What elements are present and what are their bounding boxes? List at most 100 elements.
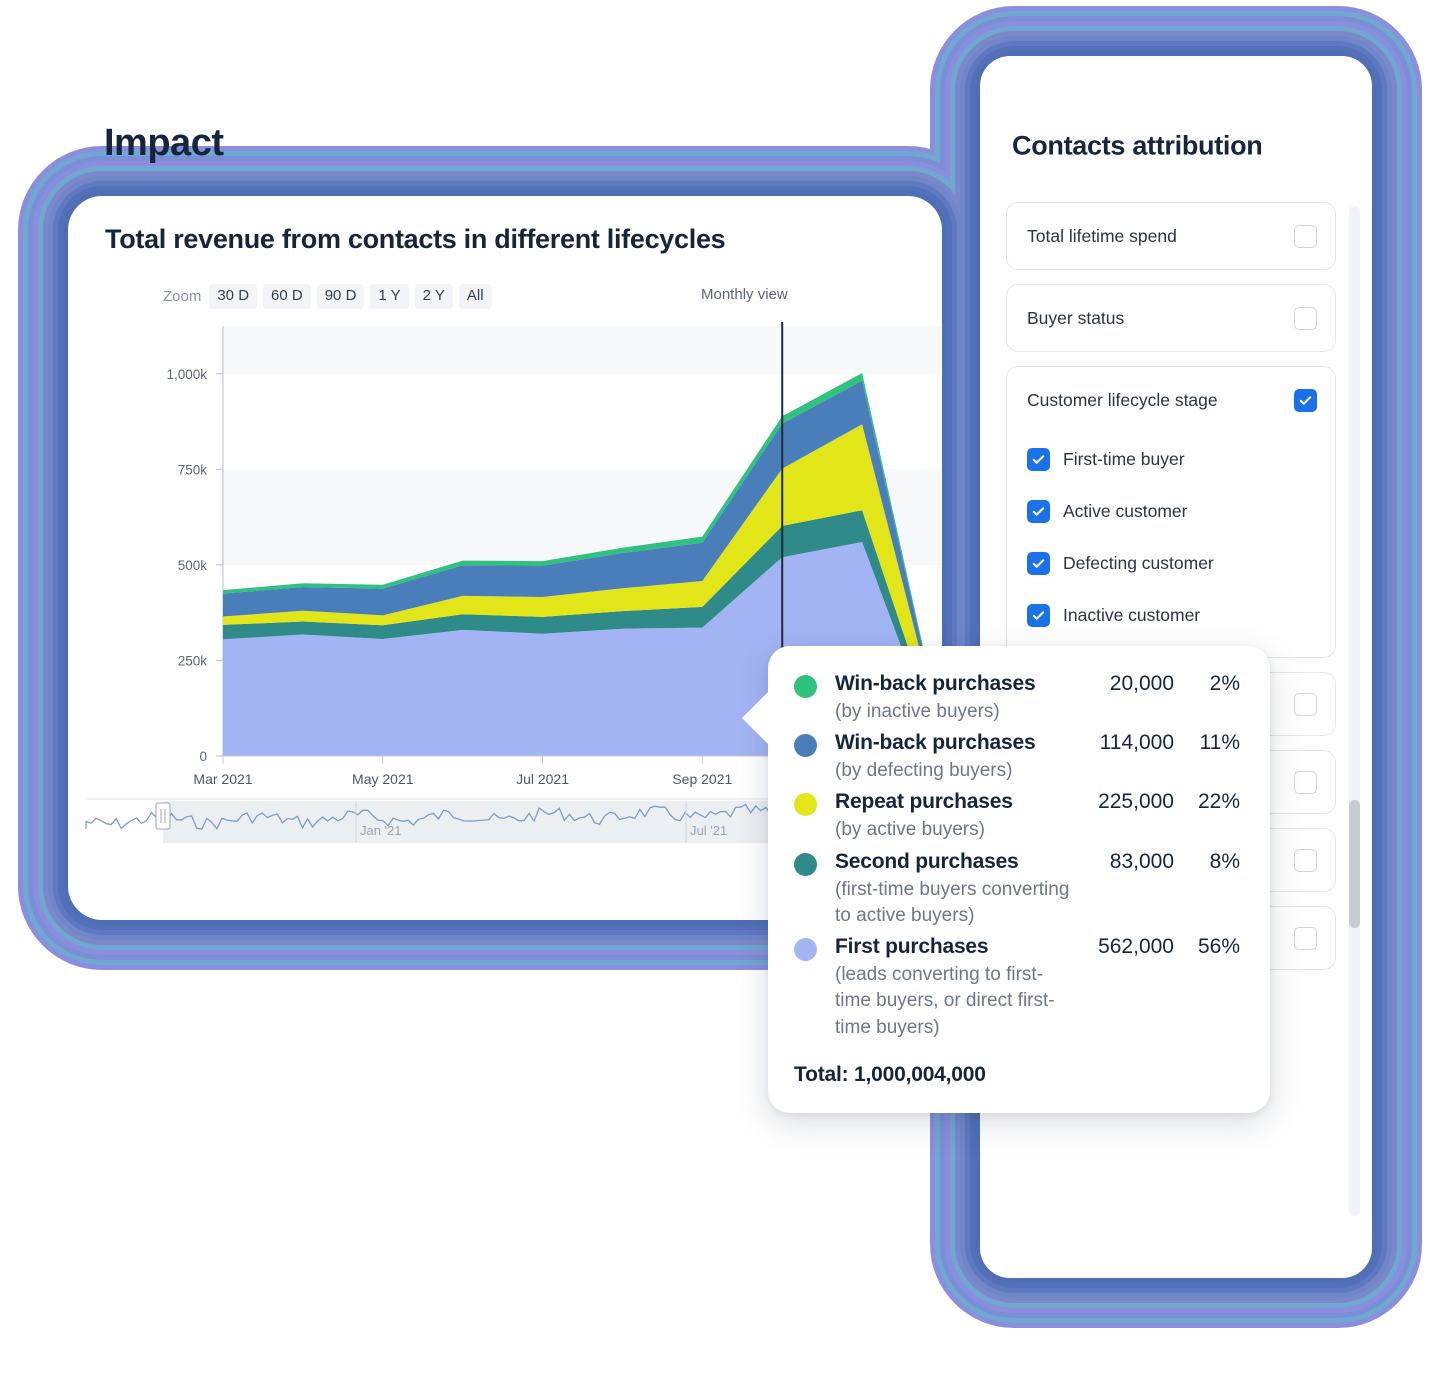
checkbox-checked-icon[interactable] [1027,603,1050,627]
lifecycle-stage-item[interactable]: First-time buyer [1027,433,1317,485]
lifecycle-stage-label: Defecting customer [1063,552,1214,573]
tooltip-series-value: 114,000 [1099,731,1174,755]
navigator-handle-left[interactable] [155,802,171,830]
tooltip-row: First purchases 562,000 56% (leads converti… [794,935,1240,1041]
tooltip-series-value: 83,000 [1109,849,1174,873]
tooltip-row: Win-back purchases 114,000 11% (by defectin… [794,731,1240,784]
tooltip-series-description: (first-time buyers converting to active … [835,878,1070,926]
checkbox-unchecked-icon[interactable] [1294,224,1317,248]
zoom-button-30d[interactable]: 30 D [209,284,258,309]
attribution-option-row[interactable]: Buyer status [1007,285,1335,351]
tooltip-series-name: First purchases [835,935,989,959]
plot-band [223,326,942,374]
attribution-option-card[interactable]: Total lifetime spend [1006,202,1336,270]
page-title: Impact [104,122,224,164]
checkbox-checked-icon[interactable] [1027,551,1050,575]
tooltip-row-list: Win-back purchases 20,000 2% (by inactive b… [794,672,1240,1041]
x-tick-label: Sep 2021 [672,771,732,787]
series-color-dot-icon [794,793,817,817]
checkbox-unchecked-icon[interactable] [1294,692,1317,716]
tooltip-series-description: (by defecting buyers) [835,760,1013,782]
attribution-option-label: Buyer status [1027,307,1125,328]
checkbox-unchecked-icon[interactable] [1294,926,1317,950]
tooltip-series-percent: 8% [1209,849,1240,873]
tooltip-row: Second purchases 83,000 8% (first-time buye… [794,850,1240,929]
lifecycle-stage-item[interactable]: Inactive customer [1027,589,1317,641]
tooltip-series-name: Repeat purchases [835,790,1013,814]
lifecycle-stage-item[interactable]: Defecting customer [1027,537,1317,589]
lifecycle-stage-label: Inactive customer [1063,604,1201,625]
chart-tooltip: Win-back purchases 20,000 2% (by inactive b… [742,646,1270,1113]
tooltip-row-body: Second purchases 83,000 8% (first-time buye… [835,850,1240,929]
page-root: Impact Total revenue from contacts in di… [0,0,1440,1380]
chart-title: Total revenue from contacts in different… [105,224,726,254]
tooltip-row-main: Win-back purchases 20,000 2% [835,672,1240,696]
panel-scrollbar-thumb[interactable] [1349,800,1360,928]
tooltip-row-main: First purchases 562,000 56% [835,935,1240,959]
checkbox-unchecked-icon[interactable] [1294,770,1317,794]
series-color-dot-icon [794,675,817,698]
attribution-option-label: Customer lifecycle stage [1027,389,1218,410]
zoom-button-2y[interactable]: 2 Y [414,284,453,309]
panel-scrollbar-track[interactable] [1349,206,1360,1216]
attribution-option-card[interactable]: Buyer status [1006,284,1336,352]
tooltip-row-main: Win-back purchases 114,000 11% [835,731,1240,755]
tooltip-row: Win-back purchases 20,000 2% (by inactive b… [794,672,1240,725]
zoom-range-selector: Zoom 30 D 60 D 90 D 1 Y 2 Y All [163,284,492,309]
navigator-tick-label: Jan '21 [360,823,402,838]
series-color-dot-icon [794,938,817,962]
tooltip-series-description: (leads converting to first-time buyers, … [835,964,1055,1038]
tooltip-row-body: Repeat purchases 225,000 22% (by active buy… [835,790,1240,843]
lifecycle-stage-item[interactable]: Active customer [1027,485,1317,537]
tooltip-total: Total: 1,000,004,000 [794,1062,986,1086]
tooltip-row: Repeat purchases 225,000 22% (by active buy… [794,790,1240,843]
y-tick-label: 1,000k [166,367,207,382]
checkbox-unchecked-icon[interactable] [1294,306,1317,330]
zoom-button-1y[interactable]: 1 Y [370,284,409,309]
tooltip-row-body: First purchases 562,000 56% (leads converti… [835,935,1240,1041]
series-color-dot-icon [794,734,817,758]
x-tick-label: Mar 2021 [193,771,252,787]
checkbox-checked-icon[interactable] [1294,388,1317,412]
tooltip-series-name: Second purchases [835,849,1019,873]
y-tick-label: 0 [199,749,207,764]
x-tick-label: Jul 2021 [516,771,569,787]
tooltip-row-main: Repeat purchases 225,000 22% [835,790,1240,814]
tooltip-series-percent: 2% [1209,672,1240,695]
tooltip-row-main: Second purchases 83,000 8% [835,850,1240,874]
tooltip-series-name: Win-back purchases [835,672,1036,695]
series-color-dot-icon [794,852,817,876]
zoom-button-all[interactable]: All [458,284,492,309]
tooltip-series-description: (by inactive buyers) [835,701,1000,722]
checkbox-unchecked-icon[interactable] [1294,848,1317,872]
panel-title: Contacts attribution [1012,130,1263,161]
x-tick-label: May 2021 [352,771,414,787]
navigator-tick-label: Jul '21 [690,823,727,838]
zoom-button-90d[interactable]: 90 D [316,284,365,309]
y-tick-label: 500k [178,558,208,573]
attribution-option-label: Total lifetime spend [1027,225,1177,246]
y-tick-label: 750k [178,462,208,477]
view-granularity-label: Monthly view [701,286,788,303]
tooltip-row-body: Win-back purchases 114,000 11% (by defectin… [835,731,1240,784]
tooltip-series-description: (by active buyers) [835,819,985,841]
checkbox-checked-icon[interactable] [1027,447,1050,471]
tooltip-series-value: 20,000 [1109,672,1174,695]
zoom-label: Zoom [163,287,202,305]
tooltip-series-value: 562,000 [1098,935,1174,959]
attribution-option-card[interactable]: Customer lifecycle stage First-time buyer… [1006,366,1336,658]
lifecycle-stage-label: First-time buyer [1063,448,1185,469]
tooltip-series-percent: 56% [1197,935,1240,959]
attribution-option-row[interactable]: Total lifetime spend [1007,203,1335,269]
tooltip-row-body: Win-back purchases 20,000 2% (by inactive b… [835,672,1240,725]
tooltip-series-value: 225,000 [1098,790,1174,814]
attribution-option-row[interactable]: Customer lifecycle stage [1007,367,1335,433]
tooltip-series-percent: 22% [1197,790,1240,814]
checkbox-checked-icon[interactable] [1027,499,1050,523]
tooltip-series-percent: 11% [1199,731,1240,755]
tooltip-series-name: Win-back purchases [835,731,1036,755]
zoom-button-60d[interactable]: 60 D [263,284,311,309]
lifecycle-stage-label: Active customer [1063,500,1188,521]
y-tick-label: 250k [178,653,208,668]
lifecycle-stage-sublist: First-time buyer Active customer Defecting… [1007,433,1335,657]
